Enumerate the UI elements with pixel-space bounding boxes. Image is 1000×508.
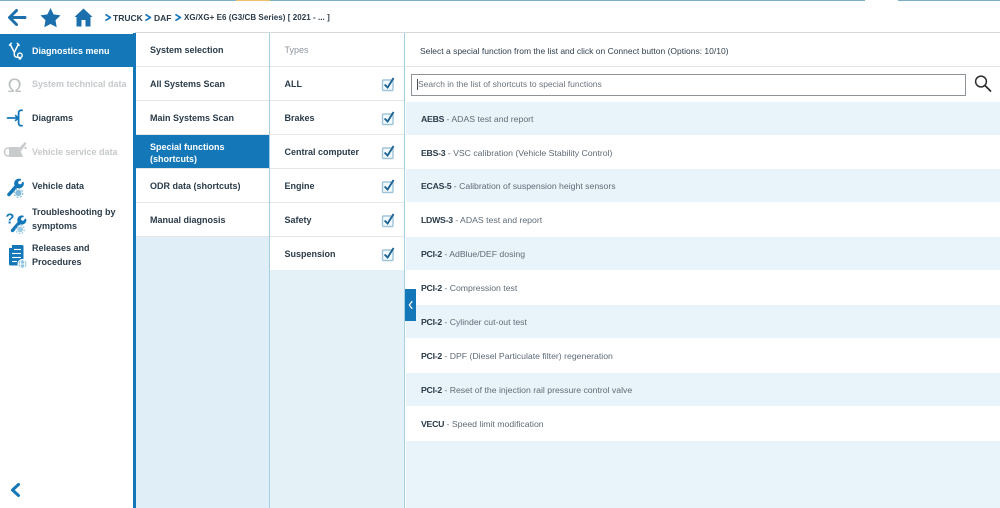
svg-text:Ω: Ω (8, 76, 22, 97)
svg-text:?: ? (6, 212, 15, 228)
